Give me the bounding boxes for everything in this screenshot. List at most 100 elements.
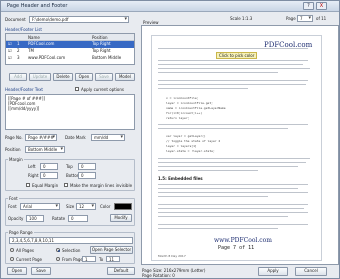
row-checkbox[interactable]: ☑ [8,48,12,54]
margin-top-input[interactable]: 0 [78,163,96,170]
update-button[interactable]: Update [29,73,51,81]
apply-button[interactable]: Apply [258,267,288,276]
left-panel: Document F:\demo\demo.pdf Header/Footer … [3,13,137,266]
margin-left-input[interactable]: 0 [40,163,58,170]
current-page-label: Current Page [16,257,42,262]
apply-current-checkbox[interactable] [75,87,79,91]
table-row[interactable]: ☑ 1 PDFCool.com Top Right [6,41,134,48]
document-path-select[interactable]: F:\demo\demo.pdf [29,16,129,23]
from-page-radio[interactable] [56,257,60,261]
margin-bottom-input[interactable]: 0 [78,172,96,179]
font-select[interactable]: Arial [20,203,60,210]
document-label: Document [5,17,26,22]
open-list-button[interactable]: Open [75,73,93,81]
all-pages-label: All Pages [16,248,34,253]
code-line: layer = iconCountFile.get; [166,101,213,105]
all-pages-radio[interactable] [10,248,14,252]
to-page-input[interactable]: 11 [106,256,120,262]
apply-current-label: Apply current options [81,87,124,92]
hf-text-title: Header/Footer Text [5,87,43,92]
add-button[interactable]: Add [9,73,27,81]
table-row[interactable]: ☑ 2 TM Top Right [6,48,134,55]
page-range-input[interactable]: 2,3,4,5,6,7,8,9,10,11 [9,237,133,244]
rotate-input[interactable]: 0 [68,215,88,222]
row-position: Top Right [92,41,111,46]
opacity-label: Opacity [8,216,24,221]
hf-list-table[interactable]: Name Position ☑ 1 PDFCool.com Top Right … [5,33,135,65]
row-checkbox[interactable]: ☑ [8,55,12,61]
help-button[interactable]: ? [303,2,314,10]
invisible-margin-checkbox[interactable] [64,183,68,187]
footer-date: Month 8 Day 2017 [158,254,186,258]
table-row[interactable]: ☑ 3 www.PDFCool.com Bottom Middle [6,55,134,62]
default-button[interactable]: Default [107,267,135,275]
page-number-select[interactable]: 7 [297,15,313,22]
cancel-button[interactable]: Cancel [295,267,327,276]
save-list-button[interactable]: Save [95,73,113,81]
margin-right-label: Right [28,173,39,178]
open-button[interactable]: Open [7,267,27,275]
row-position: Bottom Middle [92,55,122,60]
open-page-selector-button[interactable]: Open Page Selector [90,246,133,254]
window-title: Page Header and Footer [7,3,68,9]
column-position: Position [92,35,108,40]
code-line: layer.state = !layer.state; [166,149,215,153]
code-line: // toggle the state of layer 2 [166,139,221,143]
page-no-select[interactable]: Page #/### [25,134,57,141]
page-range-title: Page Range [8,230,34,235]
preview-panel: Preview Scale 1:1.3 Page 7 of 11 PDFCool… [140,13,339,278]
from-page-input[interactable]: 1 [82,256,96,262]
size-label: Size [66,204,75,209]
selection-label: Selection [62,248,81,253]
margin-top-label: Top [66,164,73,169]
preview-page: PDFCool.com Click to pick color x = icon… [151,35,322,261]
footer-text: www.PDFCool.com [214,237,272,244]
from-page-label: From Page [62,257,83,262]
size-select[interactable]: 12 [76,203,96,210]
font-label: Font [8,204,17,209]
margin-right-input[interactable]: 0 [40,172,58,179]
close-button[interactable]: X [316,2,327,10]
row-checkbox[interactable]: ☑ [8,41,12,47]
row-name: TM [28,48,34,53]
row-number: 1 [17,41,20,46]
color-label: Color [100,204,111,209]
model-button[interactable]: Model [115,73,135,81]
date-mark-select[interactable]: mm/dd [91,134,125,141]
row-name: PDFCool.com [28,41,55,46]
color-swatch[interactable] [114,203,132,210]
to-label: To [99,257,104,262]
selection-radio[interactable] [56,248,60,252]
invisible-margin-label: Make the margin lines invisible [70,183,133,188]
preview-area[interactable]: PDFCool.com Click to pick color x = icon… [141,25,339,265]
margin-group: Margin Left 0 Top 0 Right 0 Bottom 0 Equ… [5,157,135,191]
scale-readout: Scale 1:1.3 [230,16,253,21]
page-rotation-readout: Page Rotation: 0 [142,273,175,278]
row-number: 3 [17,55,20,60]
page-count: of 11 [316,16,327,21]
margin-left-label: Left [28,164,36,169]
delete-button[interactable]: Delete [53,73,73,81]
margin-title: Margin [8,157,24,162]
hf-list-title: Header/Footer List [5,27,42,32]
section-heading: 1.5: Embedded files [158,176,203,181]
position-label: Position [5,147,21,152]
current-page-radio[interactable] [10,257,14,261]
hf-text-area[interactable]: [[Page # of ###]] [PDFcool.com [[mm/dd/y… [5,94,135,130]
code-line: return layer; [166,116,190,120]
date-mark-label: Date Mark [65,135,86,140]
dialog-window: Page Header and Footer ? X Document F:\d… [0,0,340,279]
modify-button[interactable]: Modify [110,214,132,222]
footer-page-number: Page 7 of 11 [218,245,255,251]
code-line: layer = layers[1] [166,144,197,148]
code-line: for(i=0;i<count;i++) [166,111,203,115]
row-number: 2 [17,48,20,53]
save-button[interactable]: Save [31,267,51,275]
row-position: Top Right [92,48,111,53]
opacity-input[interactable]: 100 [26,215,44,222]
page-range-group: Page Range 2,3,4,5,6,7,8,9,10,11 All Pag… [5,230,135,264]
font-title: Font [8,196,19,201]
equal-margin-checkbox[interactable] [26,183,30,187]
position-select[interactable]: Bottom Middle [25,146,65,153]
font-group: Font Font Arial Size 12 Color Opacity 10… [5,196,135,226]
